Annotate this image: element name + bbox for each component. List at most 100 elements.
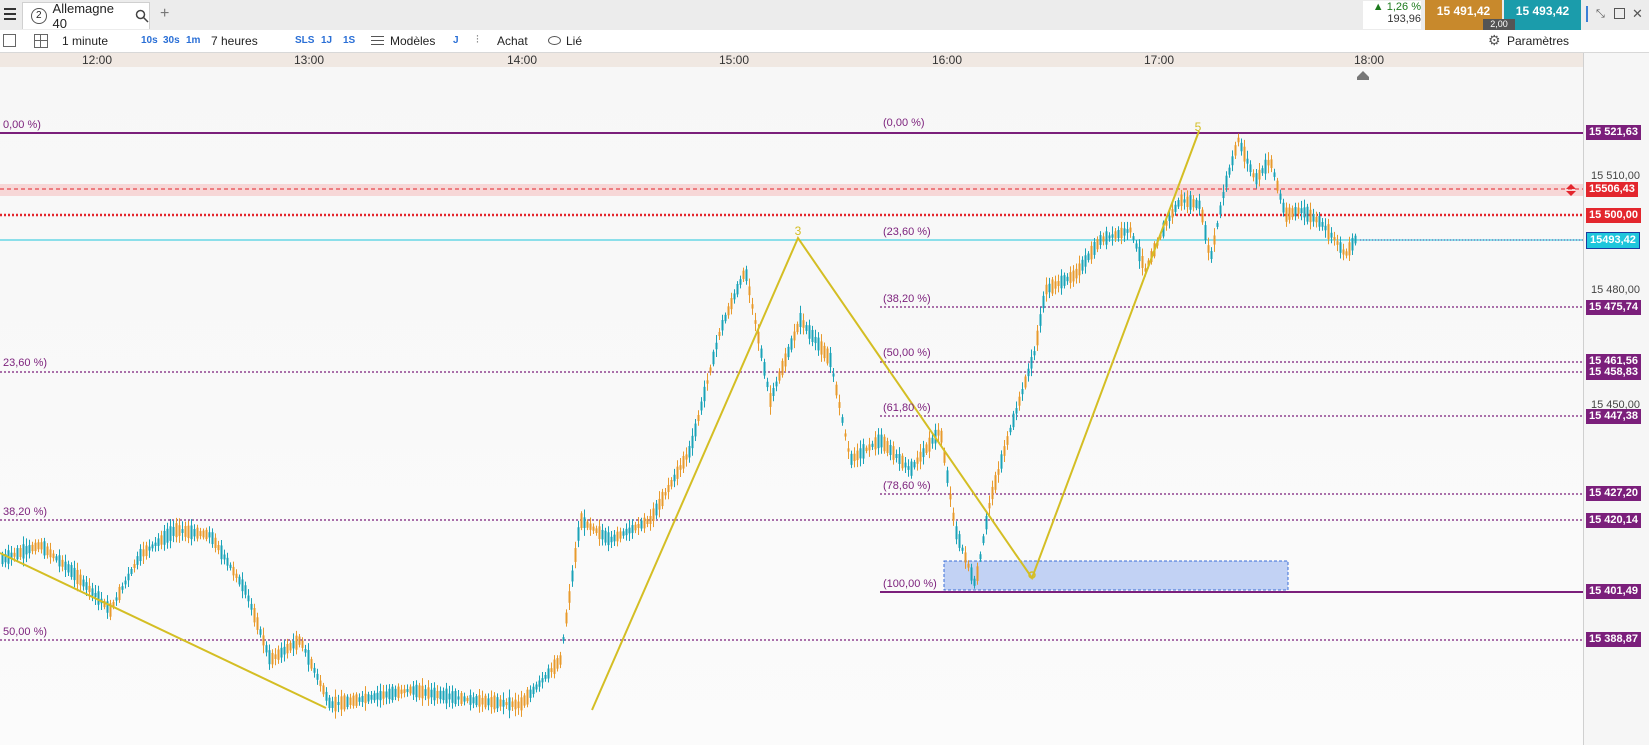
candle-body (1177, 200, 1180, 207)
candle-body (1300, 208, 1303, 213)
candle-body (991, 486, 994, 500)
price-tag-alert[interactable]: 15506,43 (1586, 182, 1638, 197)
candle-body (835, 384, 838, 396)
price-tag: 15 420,14 (1586, 513, 1641, 528)
j-button[interactable]: J (453, 33, 459, 49)
models-button[interactable]: Modèles (390, 33, 435, 49)
candle-body (67, 564, 70, 573)
candle-body (343, 695, 346, 710)
settings-button[interactable]: Paramètres (1507, 33, 1569, 49)
candle-body (184, 526, 187, 537)
pin-icon[interactable] (1586, 6, 1591, 22)
candle-body (658, 498, 661, 510)
candle-body (403, 689, 406, 694)
price-tag: 15 447,38 (1586, 409, 1641, 424)
axis-grid-label: 15 510,00 (1591, 170, 1640, 182)
candle-body (1132, 236, 1135, 240)
candle-body (1006, 436, 1009, 445)
candle-body (520, 697, 523, 711)
menu-icon[interactable] (4, 8, 16, 20)
popout-icon[interactable] (1614, 8, 1625, 19)
candle-body (1192, 199, 1195, 208)
candle-body (1327, 224, 1330, 240)
candle-body (646, 518, 649, 525)
instrument-tab[interactable]: 2 Allemagne 40 (22, 1, 150, 31)
candle-body (718, 331, 721, 337)
candle-body (115, 597, 118, 601)
list-icon[interactable] (3, 34, 16, 47)
layout-icon[interactable] (34, 34, 48, 48)
candle-body (937, 429, 940, 436)
candle-body (1252, 173, 1255, 178)
sliders-icon (371, 35, 384, 46)
candle-body (985, 516, 988, 530)
close-icon[interactable]: ✕ (1632, 6, 1643, 22)
candle-body (1045, 284, 1048, 295)
eye-icon (548, 36, 561, 45)
tab-title: Allemagne 40 (52, 1, 114, 31)
price-chart[interactable]: 3 5 (0, 67, 1583, 745)
price-tag-alert[interactable]: 15 500,00 (1586, 208, 1641, 223)
candle-body (817, 337, 820, 351)
candle-body (547, 668, 550, 679)
candle-body (355, 694, 358, 706)
candle-body (301, 640, 304, 648)
buy-button[interactable]: 15 493,42 (1504, 0, 1581, 30)
axis-grid-label: 15 480,00 (1591, 284, 1640, 296)
collapse-icon[interactable]: ⤡ (1596, 8, 1605, 21)
buy-mode-button[interactable]: Achat (497, 33, 528, 49)
candle-body (805, 325, 808, 331)
candle-body (1051, 279, 1054, 294)
candle-body (862, 444, 865, 459)
candle-body (1204, 225, 1207, 240)
candle-body (1102, 236, 1105, 242)
candle-body (664, 492, 667, 496)
candle-body (1249, 164, 1252, 173)
add-tab-button[interactable]: + (160, 5, 169, 23)
candle-body (886, 441, 889, 453)
candle-body (481, 697, 484, 705)
gear-icon[interactable]: ⚙ (1488, 32, 1501, 49)
candle-body (88, 585, 91, 593)
candle-body (553, 659, 556, 674)
search-icon[interactable] (135, 9, 149, 23)
candle-body (754, 320, 757, 324)
selection-box[interactable] (943, 560, 1289, 591)
candle-body (1225, 175, 1228, 188)
candle-body (1246, 158, 1249, 164)
price-axis: 15 510,00 15 480,00 15 450,00 15 521,63 … (1583, 53, 1649, 745)
interval-30s[interactable]: 30s (163, 33, 180, 49)
candle-body (904, 462, 907, 468)
candle-body (28, 545, 31, 554)
chart-area[interactable]: 3 5 0,00 %) 23,60 %) 38,20 %) 50,00 %) (… (0, 67, 1583, 745)
candle-body (976, 566, 979, 582)
candle-body (154, 542, 157, 546)
candle-body (1270, 159, 1273, 168)
period-1s[interactable]: 1S (343, 33, 355, 49)
candle-body (379, 691, 382, 701)
candle-body (916, 457, 919, 464)
candle-body (415, 684, 418, 698)
candle-body (244, 585, 247, 595)
candle-body (319, 680, 322, 687)
time-label: 15:00 (718, 53, 750, 67)
linked-button[interactable]: Lié (566, 33, 582, 49)
candle-body (199, 531, 202, 537)
candle-body (76, 569, 79, 585)
candle-body (595, 528, 598, 533)
interval-10s[interactable]: 10s (141, 33, 158, 49)
interval-select[interactable]: 1 minute (62, 33, 108, 49)
candle-body (409, 686, 412, 694)
period-sls[interactable]: SLS (295, 33, 314, 49)
candle-body (919, 451, 922, 462)
candle-body (475, 696, 478, 706)
candle-body (559, 655, 562, 665)
candle-body (643, 517, 646, 529)
alert-drag-handle-icon-bottom[interactable] (1566, 191, 1576, 196)
period-select[interactable]: 7 heures (211, 33, 258, 49)
period-1j[interactable]: 1J (321, 33, 332, 49)
alert-drag-handle-icon[interactable] (1566, 184, 1576, 189)
candle-body (238, 576, 241, 585)
candle-body (1084, 255, 1087, 267)
interval-1m[interactable]: 1m (186, 33, 200, 49)
